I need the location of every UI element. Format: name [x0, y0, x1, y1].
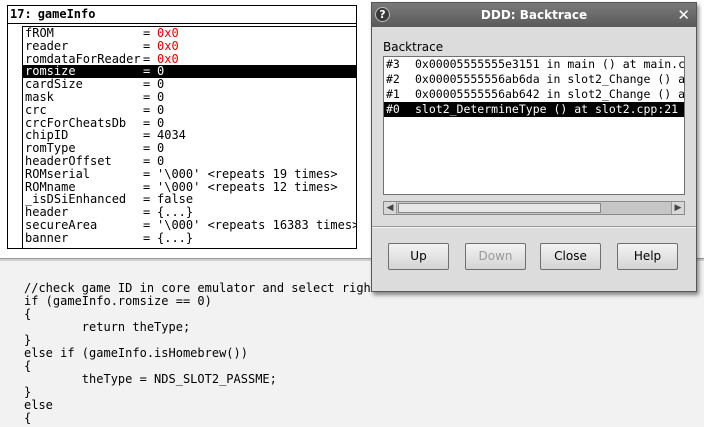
source-line: return theType; [24, 320, 191, 334]
field-value: {...} [157, 230, 194, 245]
field-row[interactable]: reader = 0x0 [23, 38, 356, 53]
dialog-titlebar[interactable]: ? DDD: Backtrace ✕ [372, 3, 696, 27]
help-button[interactable]: Help [617, 243, 678, 270]
field-row[interactable]: mask = 0 [23, 91, 356, 104]
field-row[interactable]: fROM = 0x0 [23, 27, 356, 40]
field-row[interactable]: banner = {...} [23, 230, 356, 245]
field-name: fROM [25, 26, 54, 40]
backtrace-frame[interactable]: #3 0x00005555555e3151 in main () at main.… [384, 57, 684, 72]
field-equals: = [143, 26, 151, 40]
horizontal-scrollbar[interactable]: ◀ ▶ [383, 201, 685, 215]
close-icon[interactable]: ✕ [677, 5, 690, 25]
scrollbar-thumb[interactable] [398, 203, 601, 213]
field-equals: = [143, 153, 151, 168]
field-equals: = [143, 166, 151, 181]
frame-number: #1 [386, 87, 400, 101]
field-name: crc [25, 102, 47, 117]
display-gameinfo[interactable]: 17: gameInfo fROM = 0x0 reader = 0x0 romdataFor… [7, 5, 357, 249]
backtrace-dialog: ? DDD: Backtrace ✕ Backtrace #3 0x0000555… [371, 2, 697, 292]
frame-number: #0 [386, 102, 400, 116]
field-name: ROMserial [25, 166, 91, 181]
down-button[interactable]: Down [465, 243, 526, 270]
scroll-left-icon[interactable]: ◀ [384, 202, 397, 214]
close-button[interactable]: Close [540, 243, 601, 270]
frame-text: 0x00005555556ab6da in slot2_Change () a [415, 72, 685, 86]
field-equals: = [143, 38, 151, 53]
field-equals: = [143, 89, 151, 104]
source-line: if (gameInfo.romsize == 0) [24, 294, 212, 308]
source-line: { [24, 411, 32, 425]
source-line: else if (gameInfo.isHomebrew()) [24, 346, 248, 360]
frame-text: 0x00005555556ab642 in slot2_Change () a [415, 87, 685, 101]
scroll-right-icon[interactable]: ▶ [671, 202, 684, 214]
field-equals: = [143, 217, 151, 232]
frame-text: slot2_DetermineType () at slot2.cpp:21 [415, 102, 679, 116]
backtrace-frame[interactable]: #2 0x00005555556ab6da in slot2_Change () … [384, 72, 684, 87]
field-name: mask [25, 89, 54, 104]
display-number: 17: [10, 7, 32, 21]
backtrace-frame[interactable]: #0 slot2_DetermineType () at slot2.cpp:21 [384, 102, 684, 117]
frame-number: #2 [386, 72, 400, 86]
display-title[interactable]: 17: gameInfo [8, 6, 356, 24]
field-name: headerOffset [25, 153, 112, 168]
field-row[interactable]: cardSize = 0 [23, 78, 356, 91]
display-name: gameInfo [37, 7, 96, 21]
frame-text: 0x00005555555e3151 in main () at main.c [415, 57, 685, 71]
frame-number: #3 [386, 57, 400, 71]
dialog-title: DDD: Backtrace [480, 8, 588, 22]
struct-fields: fROM = 0x0 reader = 0x0 romdataForReader = 0x0 ro… [22, 26, 356, 248]
backtrace-list[interactable]: #3 0x00005555555e3151 in main () at main.… [383, 56, 685, 195]
field-row[interactable]: crcForCheatsDb = 0 [23, 116, 356, 130]
field-name: banner [25, 230, 69, 245]
up-button[interactable]: Up [388, 243, 449, 270]
field-row[interactable]: crc = 0 [23, 102, 356, 117]
button-separator [372, 226, 696, 228]
backtrace-label: Backtrace [383, 40, 444, 54]
field-name: secureArea [25, 217, 98, 232]
field-equals: = [143, 102, 151, 117]
source-line: theType = NDS_SLOT2_PASSME; [24, 372, 277, 386]
field-name: reader [25, 38, 69, 53]
field-equals: = [143, 230, 151, 245]
backtrace-frame[interactable]: #1 0x00005555556ab642 in slot2_Change () … [384, 87, 684, 102]
